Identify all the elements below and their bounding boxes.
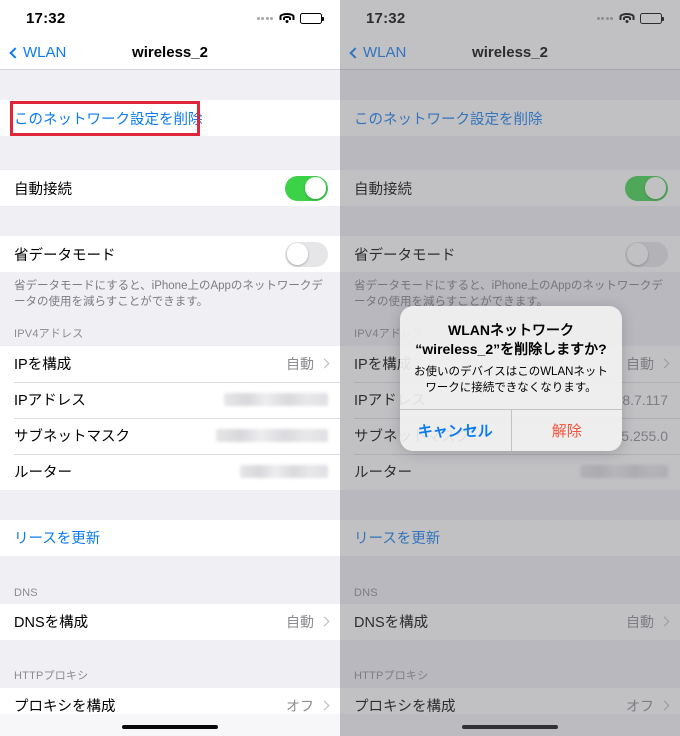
home-indicator[interactable] <box>122 724 218 729</box>
chevron-right-icon <box>319 358 330 369</box>
router-label: ルーター <box>14 465 72 482</box>
subnet-mask-value-redacted <box>216 429 328 443</box>
configure-ip-label: IPを構成 <box>14 357 72 374</box>
configure-dns-label: DNSを構成 <box>14 615 89 632</box>
low-data-mode-label: 省データモード <box>14 247 116 264</box>
wifi-icon <box>279 12 294 24</box>
forget-network-label: このネットワーク設定を削除 <box>14 111 203 128</box>
dialog-title-line1: WLANネットワーク <box>448 322 574 338</box>
subnet-mask-row[interactable]: サブネットマスク <box>0 417 340 454</box>
spacer-5 <box>0 639 340 662</box>
status-bar-indicators <box>256 12 324 24</box>
configure-dns-value: 自動 <box>286 613 314 630</box>
dialog-body: WLANネットワーク “wireless_2”を削除しますか? お使いのデバイス… <box>400 306 622 409</box>
signal-dots-icon <box>256 16 273 20</box>
ip-address-value-redacted <box>224 393 328 407</box>
phone-screen-left: 17:32 WLAN wireless_2 このネットワーク設定を削除 自動接続 <box>0 0 340 736</box>
configure-proxy-label: プロキシを構成 <box>14 699 116 716</box>
configure-proxy-value-group: オフ <box>286 696 330 716</box>
low-data-mode-footnote: 省データモードにすると、iPhone上のAppのネットワークデータの使用を減らす… <box>0 272 340 320</box>
configure-ip-value-group: 自動 <box>286 354 330 374</box>
low-data-mode-control[interactable] <box>285 241 328 267</box>
back-button-label: WLAN <box>23 44 67 61</box>
spacer-1 <box>0 136 340 170</box>
dialog-confirm-button[interactable]: 解除 <box>510 410 623 452</box>
dialog-message: お使いのデバイスはこのWLANネットワークに接続できなくなります。 <box>414 365 608 395</box>
forget-network-row[interactable]: このネットワーク設定を削除 <box>0 100 340 136</box>
auto-join-row[interactable]: 自動接続 <box>0 170 340 206</box>
dialog-cancel-button[interactable]: キャンセル <box>400 410 511 451</box>
http-proxy-section-header: HTTPプロキシ <box>0 661 340 688</box>
ip-address-value-group <box>224 393 328 407</box>
configure-dns-value-group: 自動 <box>286 612 330 632</box>
dns-section-header: DNS <box>0 577 340 604</box>
low-data-mode-toggle[interactable] <box>285 241 328 267</box>
router-value-group <box>240 465 328 479</box>
forget-network-confirm-dialog: WLANネットワーク “wireless_2”を削除しますか? お使いのデバイス… <box>400 306 623 452</box>
spacer-2 <box>0 206 340 236</box>
ip-address-row[interactable]: IPアドレス <box>0 381 340 418</box>
chevron-left-icon <box>9 46 21 59</box>
dialog-actions: キャンセル 解除 <box>400 409 623 452</box>
ipv4-section-header: IPV4アドレス <box>0 319 340 346</box>
subnet-mask-value-group <box>216 429 328 443</box>
configure-ip-value: 自動 <box>286 355 314 372</box>
spacer-3 <box>0 489 340 520</box>
configure-proxy-value: オフ <box>286 697 314 714</box>
dual-phone-screenshot: 17:32 WLAN wireless_2 このネットワーク設定を削除 自動接続 <box>0 0 680 736</box>
router-row[interactable]: ルーター <box>0 453 340 490</box>
renew-lease-row[interactable]: リースを更新 <box>0 519 340 556</box>
spacer-4 <box>0 555 340 578</box>
configure-ip-row[interactable]: IPを構成 自動 <box>0 345 340 382</box>
settings-list: このネットワーク設定を削除 自動接続 省データモード 省データモードにすると、i… <box>0 70 340 736</box>
status-bar: 17:32 <box>0 0 340 36</box>
spacer-top <box>0 70 340 100</box>
auto-join-control[interactable] <box>285 175 328 201</box>
ip-address-label: IPアドレス <box>14 393 86 410</box>
auto-join-label: 自動接続 <box>14 181 72 198</box>
router-value-redacted <box>240 465 328 479</box>
chevron-right-icon <box>319 700 330 711</box>
chevron-right-icon <box>319 616 330 627</box>
renew-lease-label: リースを更新 <box>14 531 101 548</box>
dialog-title-line2: “wireless_2”を削除しますか? <box>415 340 607 357</box>
back-button-wlan[interactable]: WLAN <box>0 44 66 61</box>
auto-join-toggle[interactable] <box>285 175 328 201</box>
low-data-mode-row[interactable]: 省データモード <box>0 236 340 272</box>
configure-dns-row[interactable]: DNSを構成 自動 <box>0 603 340 640</box>
subnet-mask-label: サブネットマスク <box>14 429 130 446</box>
status-bar-time: 17:32 <box>26 9 66 27</box>
navigation-bar: WLAN wireless_2 <box>0 36 340 70</box>
battery-full-icon <box>300 12 324 24</box>
home-indicator-area <box>0 714 340 736</box>
phone-screen-right: 17:32 WLAN wireless_2 このネットワーク設定を削除 自動接続 <box>340 0 680 736</box>
